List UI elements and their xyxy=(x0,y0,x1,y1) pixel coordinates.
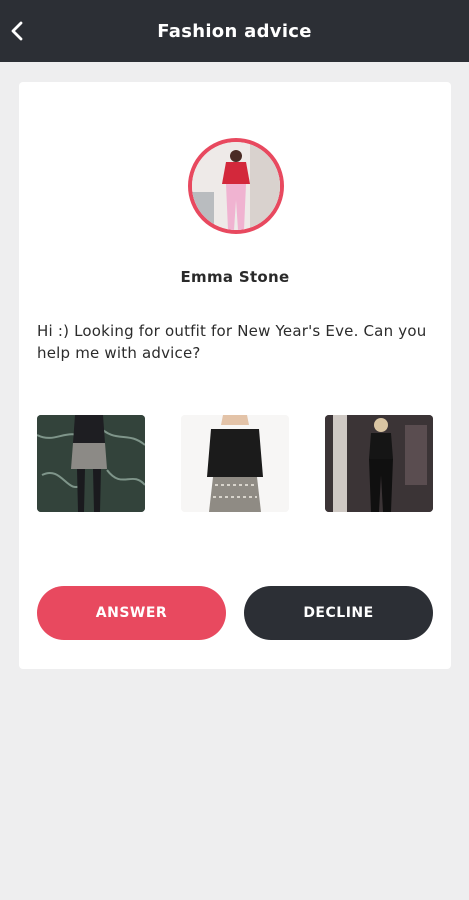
outfit-photo-3[interactable] xyxy=(325,415,433,512)
avatar-image xyxy=(192,142,280,230)
decline-button[interactable]: DECLINE xyxy=(244,586,433,640)
page-title: Fashion advice xyxy=(157,20,312,42)
outfit-photo-2[interactable] xyxy=(181,415,289,512)
user-name: Emma Stone xyxy=(180,268,290,286)
outfit-photo-1[interactable] xyxy=(37,415,145,512)
chevron-left-icon xyxy=(11,21,23,41)
outfit-image-2 xyxy=(181,415,289,512)
outfit-image-1 xyxy=(37,415,145,512)
outfit-image-3 xyxy=(325,415,433,512)
back-button[interactable] xyxy=(6,17,28,45)
request-card: Emma Stone Hi :) Looking for outfit for … xyxy=(19,82,451,669)
request-message: Hi :) Looking for outfit for New Year's … xyxy=(37,322,427,362)
answer-button[interactable]: ANSWER xyxy=(37,586,226,640)
avatar[interactable] xyxy=(188,138,284,234)
top-bar: Fashion advice xyxy=(0,0,469,62)
